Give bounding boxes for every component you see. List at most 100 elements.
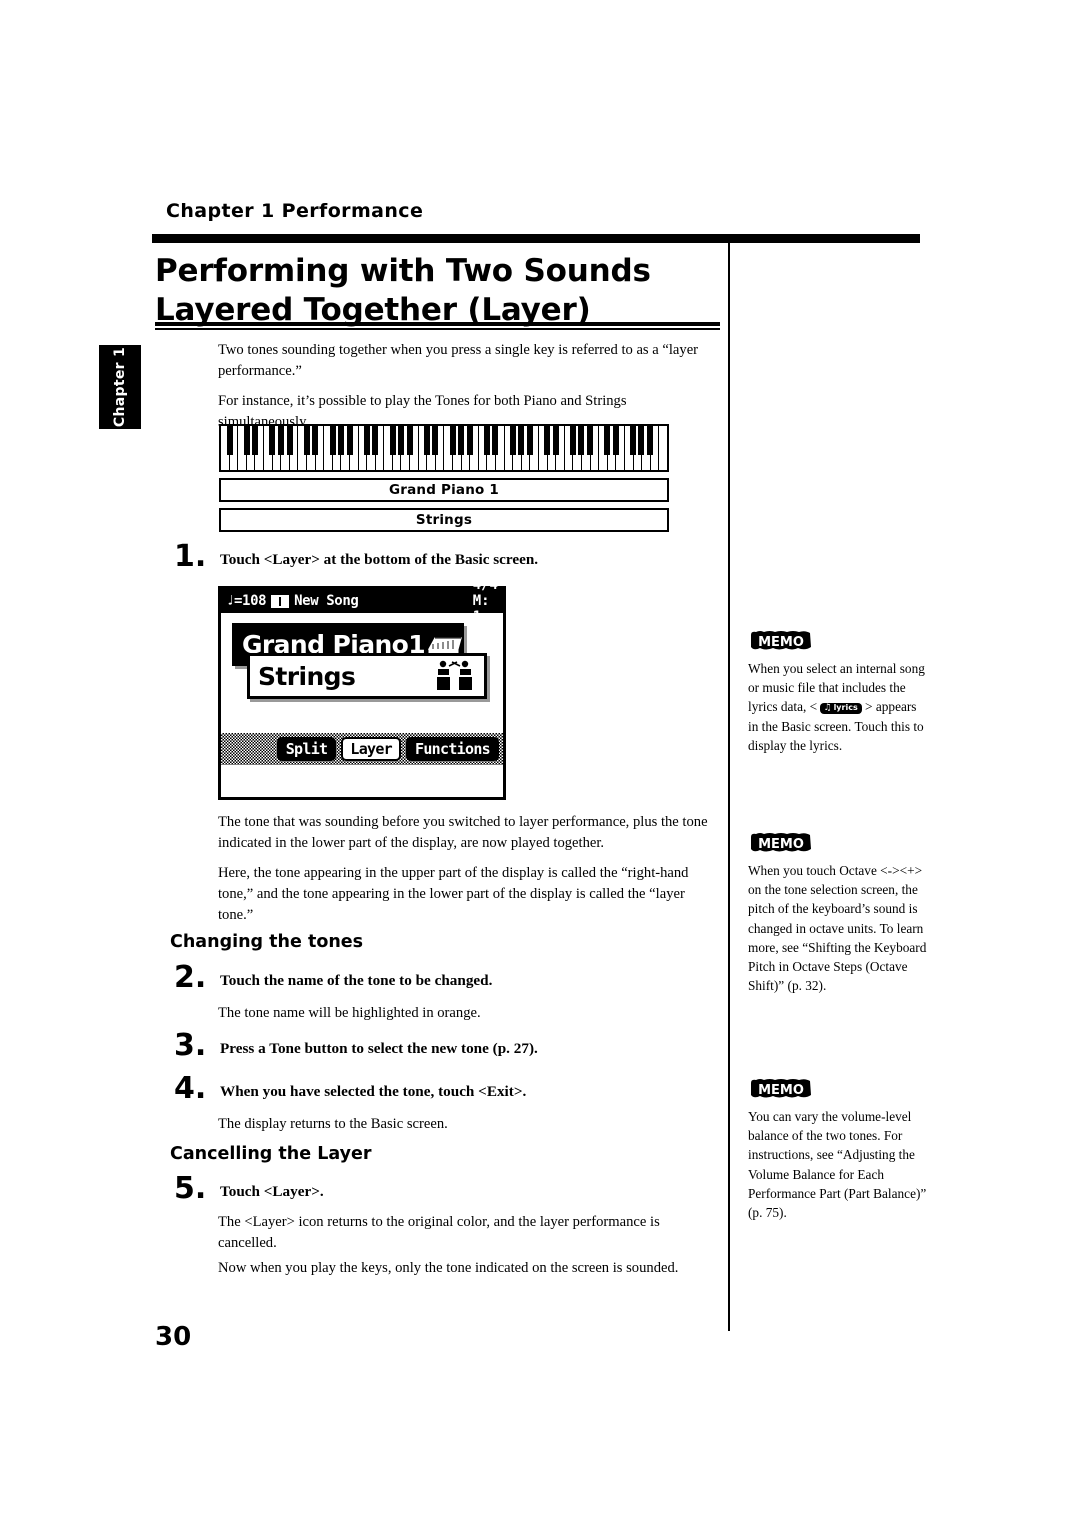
running-head: Chapter 1 Performance <box>166 200 424 222</box>
black-key <box>449 426 456 455</box>
black-key <box>432 426 439 455</box>
memo-1: MEMO When you select an internal song or… <box>748 630 928 755</box>
step-5: 5. Touch <Layer>. <box>174 1171 714 1206</box>
subheading-cancelling-the-layer: Cancelling the Layer <box>170 1144 372 1164</box>
lcd-lower-tone-box[interactable]: Strings <box>247 653 487 699</box>
black-key <box>312 426 319 455</box>
note-after-step-2: The tone name will be highlighted in ora… <box>218 1005 481 1021</box>
black-key <box>483 426 490 455</box>
lcd-footer-bar: Split Layer Functions <box>221 733 503 765</box>
svg-text:MEMO: MEMO <box>758 635 804 650</box>
black-key <box>346 426 353 455</box>
intro-paragraph-1: Two tones sounding together when you pre… <box>218 342 699 379</box>
lyrics-icon: ♫ lyrics <box>820 702 862 714</box>
memo-1-text: When you select an internal song or musi… <box>748 659 928 755</box>
lyrics-chip-label: lyrics <box>833 703 858 713</box>
title-rule-thick <box>155 322 720 326</box>
black-key <box>303 426 310 455</box>
after-step-1-paragraph-1: The tone that was sounding before you sw… <box>218 814 708 851</box>
black-key <box>629 426 636 455</box>
black-key <box>646 426 653 455</box>
lcd-layer-button[interactable]: Layer <box>341 737 402 761</box>
black-key <box>509 426 516 455</box>
keyboard-illustration: Grand Piano 1 Strings <box>219 424 669 532</box>
step-3: 3. Press a Tone button to select the new… <box>174 1028 714 1063</box>
note-after-step-5b: Now when you play the keys, only the ton… <box>218 1260 679 1276</box>
black-key <box>423 426 430 455</box>
chapter-thumb-tab: Chapter 1 <box>99 345 141 429</box>
chapter-tab-label: Chapter 1 <box>112 346 128 428</box>
svg-text:MEMO: MEMO <box>758 1083 804 1098</box>
black-key <box>458 426 465 455</box>
black-key <box>518 426 525 455</box>
keyboard-upper-tone-label: Grand Piano 1 <box>388 482 500 498</box>
black-key <box>586 426 593 455</box>
black-key <box>526 426 533 455</box>
subheading-changing-the-tones: Changing the tones <box>170 932 364 952</box>
step-1-number: 1. <box>174 539 207 574</box>
memo-icon: MEMO <box>748 630 814 652</box>
black-key <box>363 426 370 455</box>
step-4-text: When you have selected the tone, touch <… <box>220 1083 527 1100</box>
svg-text:MEMO: MEMO <box>758 837 804 852</box>
step-2: 2. Touch the name of the tone to be chan… <box>174 960 714 995</box>
black-key <box>398 426 405 455</box>
memo-3-text: You can vary the volume-level balance of… <box>748 1109 927 1221</box>
title-rule-thin <box>155 328 720 330</box>
black-key <box>252 426 259 455</box>
black-key <box>406 426 413 455</box>
lcd-lower-tone-name: Strings <box>258 661 356 691</box>
lcd-functions-button[interactable]: Functions <box>406 737 499 761</box>
memo-3: MEMO You can vary the volume-level balan… <box>748 1078 928 1222</box>
lcd-split-button[interactable]: Split <box>276 737 337 761</box>
page-title-block: Performing with Two Sounds Layered Toget… <box>155 252 725 330</box>
lcd-time-signature: 4/4 <box>472 577 498 593</box>
step-3-text: Press a Tone button to select the new to… <box>220 1040 538 1057</box>
page-title: Performing with Two Sounds Layered Toget… <box>155 253 651 328</box>
note-after-step-5a: The <Layer> icon returns to the original… <box>218 1214 660 1251</box>
book-icon <box>271 594 290 608</box>
lcd-content-area: Grand Piano1 Strings Split Layer Functio… <box>221 613 503 765</box>
keyboard-upper-tone-bar: Grand Piano 1 <box>219 478 669 502</box>
step-4-number: 4. <box>174 1071 207 1106</box>
keyboard-lower-tone-bar: Strings <box>219 508 669 532</box>
piano-keyboard-graphic <box>219 424 669 472</box>
black-key <box>578 426 585 455</box>
lcd-basic-screen: ♩=108 New Song 4/4 M: 1 Grand Piano1 <box>218 577 506 800</box>
black-key <box>389 426 396 455</box>
lcd-measure-label: M: <box>472 593 490 609</box>
black-key <box>612 426 619 455</box>
keyboard-lower-tone-label: Strings <box>415 512 473 528</box>
black-key <box>569 426 576 455</box>
lcd-song-name: New Song <box>294 593 359 609</box>
after-step-1-text: The tone that was sounding before you sw… <box>218 812 713 935</box>
black-key <box>269 426 276 455</box>
black-keys <box>221 426 667 455</box>
lyrics-note-glyph: ♫ <box>823 702 832 713</box>
document-page: Chapter 1 Performance Chapter 1 Performi… <box>0 0 1080 1528</box>
step-2-text: Touch the name of the tone to be changed… <box>220 972 493 989</box>
memo-icon: MEMO <box>748 832 814 854</box>
note-after-step-4: The display returns to the Basic screen. <box>218 1116 448 1132</box>
memo-icon: MEMO <box>748 1078 814 1100</box>
black-key <box>543 426 550 455</box>
memo-2: MEMO When you touch Octave <-><+> on the… <box>748 832 928 995</box>
after-step-1-paragraph-2: Here, the tone appearing in the upper pa… <box>218 865 689 923</box>
black-key <box>603 426 610 455</box>
black-key <box>243 426 250 455</box>
lcd-tempo-value: ♩=108 <box>226 593 267 609</box>
lcd-status-bar: ♩=108 New Song 4/4 M: 1 <box>221 577 503 625</box>
black-key <box>278 426 285 455</box>
lcd-split-label: Split <box>285 740 328 758</box>
strings-players-icon <box>432 659 476 693</box>
step-3-number: 3. <box>174 1028 207 1063</box>
lcd-functions-label: Functions <box>415 740 491 758</box>
black-key <box>372 426 379 455</box>
step-4: 4. When you have selected the tone, touc… <box>174 1071 714 1106</box>
black-key <box>638 426 645 455</box>
step-2-number: 2. <box>174 960 207 995</box>
page-number: 30 <box>155 1322 192 1352</box>
step-5-text: Touch <Layer>. <box>220 1183 324 1200</box>
black-key <box>552 426 559 455</box>
step-5-number: 5. <box>174 1171 207 1206</box>
